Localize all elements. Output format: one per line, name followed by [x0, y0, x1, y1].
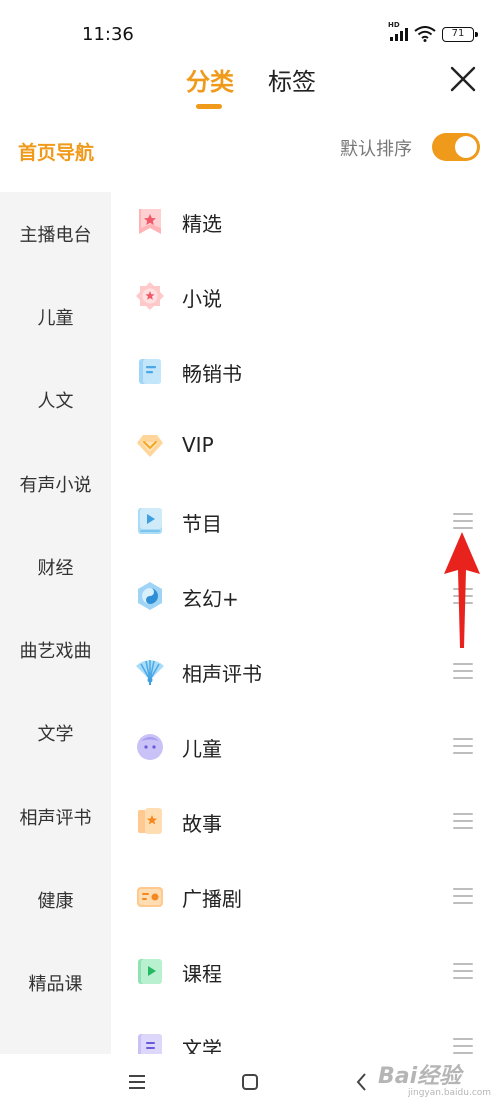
menu-icon[interactable] — [123, 1068, 151, 1096]
drag-handle-icon[interactable] — [453, 738, 473, 754]
drag-handle-icon[interactable] — [453, 663, 473, 679]
sidebar-item-anchor-radio[interactable]: 主播电台 — [0, 192, 111, 275]
sidebar-item-premium-course[interactable]: 精品课 — [0, 942, 111, 1025]
watermark-url: jingyan.baidu.com — [408, 1088, 492, 1098]
list-item-label: 节目 — [182, 512, 222, 536]
sidebar-item-humanities[interactable]: 人文 — [0, 359, 111, 442]
sidebar-item-opera[interactable]: 曲艺戏曲 — [0, 608, 111, 691]
wifi-icon — [414, 26, 436, 42]
watermark-logo: Bai经验 — [378, 1064, 462, 1089]
active-tab-indicator — [196, 104, 222, 109]
sidebar-item-health[interactable]: 健康 — [0, 858, 111, 941]
sidebar-item-literature[interactable]: 文学 — [0, 692, 111, 775]
book-icon — [139, 359, 161, 384]
list-item-radio-drama[interactable]: 广播剧 — [111, 859, 500, 934]
sidebar-item-audio-novel[interactable]: 有声小说 — [0, 442, 111, 525]
home-nav-label[interactable]: 首页导航 — [18, 138, 94, 165]
drag-handle-icon[interactable] — [453, 813, 473, 829]
child-face-icon — [137, 734, 163, 760]
category-sidebar: 主播电台 儿童 人文 有声小说 财经 曲艺戏曲 文学 相声评书 健康 精品课 — [0, 192, 111, 1054]
course-play-icon — [138, 959, 162, 984]
story-book-icon — [138, 808, 162, 834]
list-item-label: 精选 — [182, 212, 222, 236]
list-item-story[interactable]: 故事 — [111, 784, 500, 859]
list-item-children[interactable]: 儿童 — [111, 709, 500, 784]
default-sort-label: 默认排序 — [340, 139, 412, 160]
fan-icon — [136, 660, 164, 685]
list-item-label: VIP — [182, 433, 214, 457]
list-item-featured[interactable]: 精选 — [111, 184, 500, 259]
sidebar-item-crosstalk[interactable]: 相声评书 — [0, 775, 111, 858]
drag-handle-icon[interactable] — [453, 1038, 473, 1054]
list-item-label: 小说 — [182, 287, 222, 311]
radio-icon — [137, 887, 163, 907]
badge-star-icon — [136, 282, 164, 310]
tab-category[interactable]: 分类 — [186, 62, 234, 97]
yin-yang-icon — [138, 582, 162, 610]
home-square-icon[interactable] — [236, 1068, 264, 1096]
list-item-label: 广播剧 — [182, 887, 242, 911]
list-item-label: 儿童 — [182, 737, 222, 761]
list-item-label: 课程 — [182, 962, 222, 986]
list-item-novel[interactable]: 小说 — [111, 259, 500, 334]
status-bar: 11:36 HD 71 — [0, 0, 500, 62]
default-sort-toggle[interactable] — [432, 133, 480, 161]
bookmark-star-icon — [139, 209, 161, 234]
list-item-label: 故事 — [182, 812, 222, 836]
drag-handle-icon[interactable] — [453, 888, 473, 904]
sidebar-item-children[interactable]: 儿童 — [0, 275, 111, 358]
drag-up-arrow-annotation — [444, 532, 480, 648]
list-item-label: 相声评书 — [182, 662, 262, 686]
drag-handle-icon[interactable] — [453, 513, 473, 529]
list-item-vip[interactable]: VIP — [111, 409, 500, 484]
battery-icon: 71 — [442, 26, 478, 42]
play-tablet-icon — [138, 508, 162, 534]
status-icons: HD 71 — [388, 21, 478, 42]
status-time: 11:36 — [82, 24, 134, 45]
close-icon[interactable] — [448, 64, 478, 94]
list-item-label: 畅销书 — [182, 362, 242, 386]
back-icon[interactable] — [348, 1068, 376, 1096]
list-item-bestseller[interactable]: 畅销书 — [111, 334, 500, 409]
signal-icon: HD — [388, 21, 408, 41]
sidebar-item-finance[interactable]: 财经 — [0, 525, 111, 608]
list-item-label: 玄幻+ — [182, 587, 239, 611]
drag-handle-icon[interactable] — [453, 963, 473, 979]
toggle-knob — [455, 136, 477, 158]
list-item-course[interactable]: 课程 — [111, 934, 500, 1009]
tab-tags[interactable]: 标签 — [268, 62, 316, 97]
vip-diamond-icon — [137, 435, 163, 457]
